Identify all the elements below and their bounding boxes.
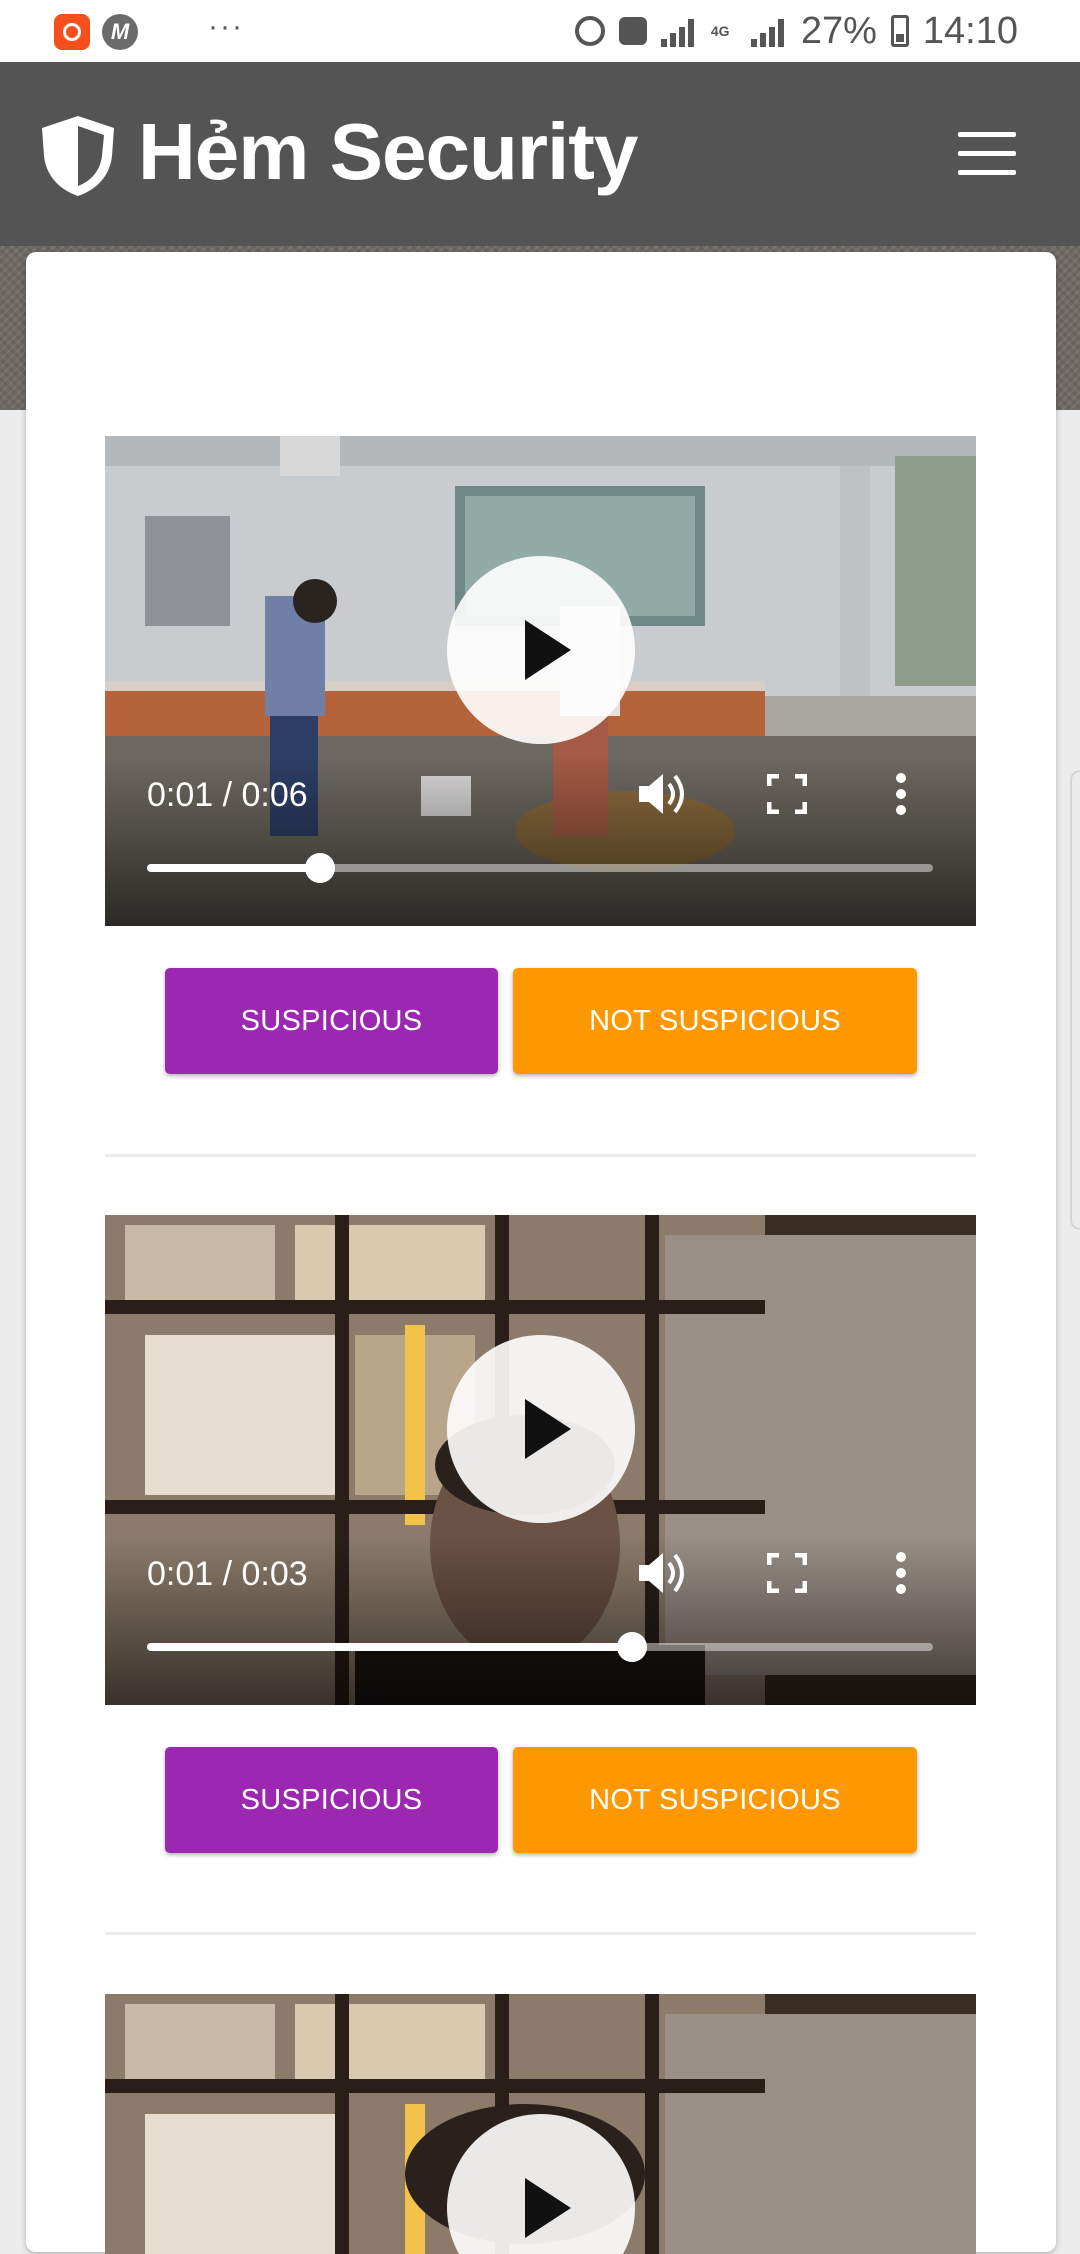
video-progress-fill <box>147 1643 632 1651</box>
more-options-icon[interactable] <box>895 772 907 816</box>
classification-buttons: SUSPICIOUS NOT SUSPICIOUS <box>165 1747 917 1853</box>
play-icon[interactable] <box>447 556 635 744</box>
hamburger-menu-icon[interactable] <box>958 132 1016 176</box>
signal-strength-icon <box>750 15 787 47</box>
video-player[interactable]: 0:01 / 0:03 <box>105 1215 976 1705</box>
video-player[interactable] <box>105 1994 976 2254</box>
signal-strength-icon <box>660 15 697 47</box>
more-options-icon[interactable] <box>895 1551 907 1595</box>
network-type: 4G <box>710 23 730 39</box>
scrollbar[interactable] <box>1070 770 1080 1230</box>
video-progress-bar[interactable] <box>147 1632 933 1662</box>
status-bar: M ··· 4G 27% 14:10 <box>0 0 1080 62</box>
video-progress-thumb[interactable] <box>304 853 335 883</box>
mi-app-icon <box>54 14 90 50</box>
fullscreen-icon[interactable] <box>767 774 807 814</box>
more-notifications-icon: ··· <box>208 10 244 43</box>
video-progress-thumb[interactable] <box>616 1632 647 1662</box>
classification-buttons: SUSPICIOUS NOT SUSPICIOUS <box>165 968 917 1074</box>
alarm-icon <box>574 16 605 46</box>
app-title[interactable]: Hẻm Security <box>138 106 638 198</box>
video-player[interactable]: 0:01 / 0:06 <box>105 436 976 926</box>
video-time: 0:01 / 0:03 <box>147 1555 308 1593</box>
suspicious-button[interactable]: SUSPICIOUS <box>165 968 498 1074</box>
volume-icon[interactable] <box>637 1549 689 1597</box>
battery-icon <box>890 15 909 47</box>
divider <box>105 1932 976 1935</box>
video-time: 0:01 / 0:06 <box>147 776 308 814</box>
not-suspicious-button[interactable]: NOT SUSPICIOUS <box>513 1747 917 1853</box>
divider <box>105 1154 976 1157</box>
not-suspicious-button[interactable]: NOT SUSPICIOUS <box>513 968 917 1074</box>
app-header: Hẻm Security <box>0 62 1080 246</box>
phone-call-icon <box>618 17 647 45</box>
video-progress-bar[interactable] <box>147 853 933 883</box>
shield-icon[interactable] <box>40 114 116 198</box>
fullscreen-icon[interactable] <box>767 1553 807 1593</box>
messenger-app-icon: M <box>102 14 138 50</box>
battery-percent: 27% <box>800 9 877 52</box>
volume-icon[interactable] <box>637 770 689 818</box>
clock: 14:10 <box>922 9 1018 52</box>
play-icon[interactable] <box>447 1335 635 1523</box>
video-progress-fill <box>147 864 320 872</box>
suspicious-button[interactable]: SUSPICIOUS <box>165 1747 498 1853</box>
